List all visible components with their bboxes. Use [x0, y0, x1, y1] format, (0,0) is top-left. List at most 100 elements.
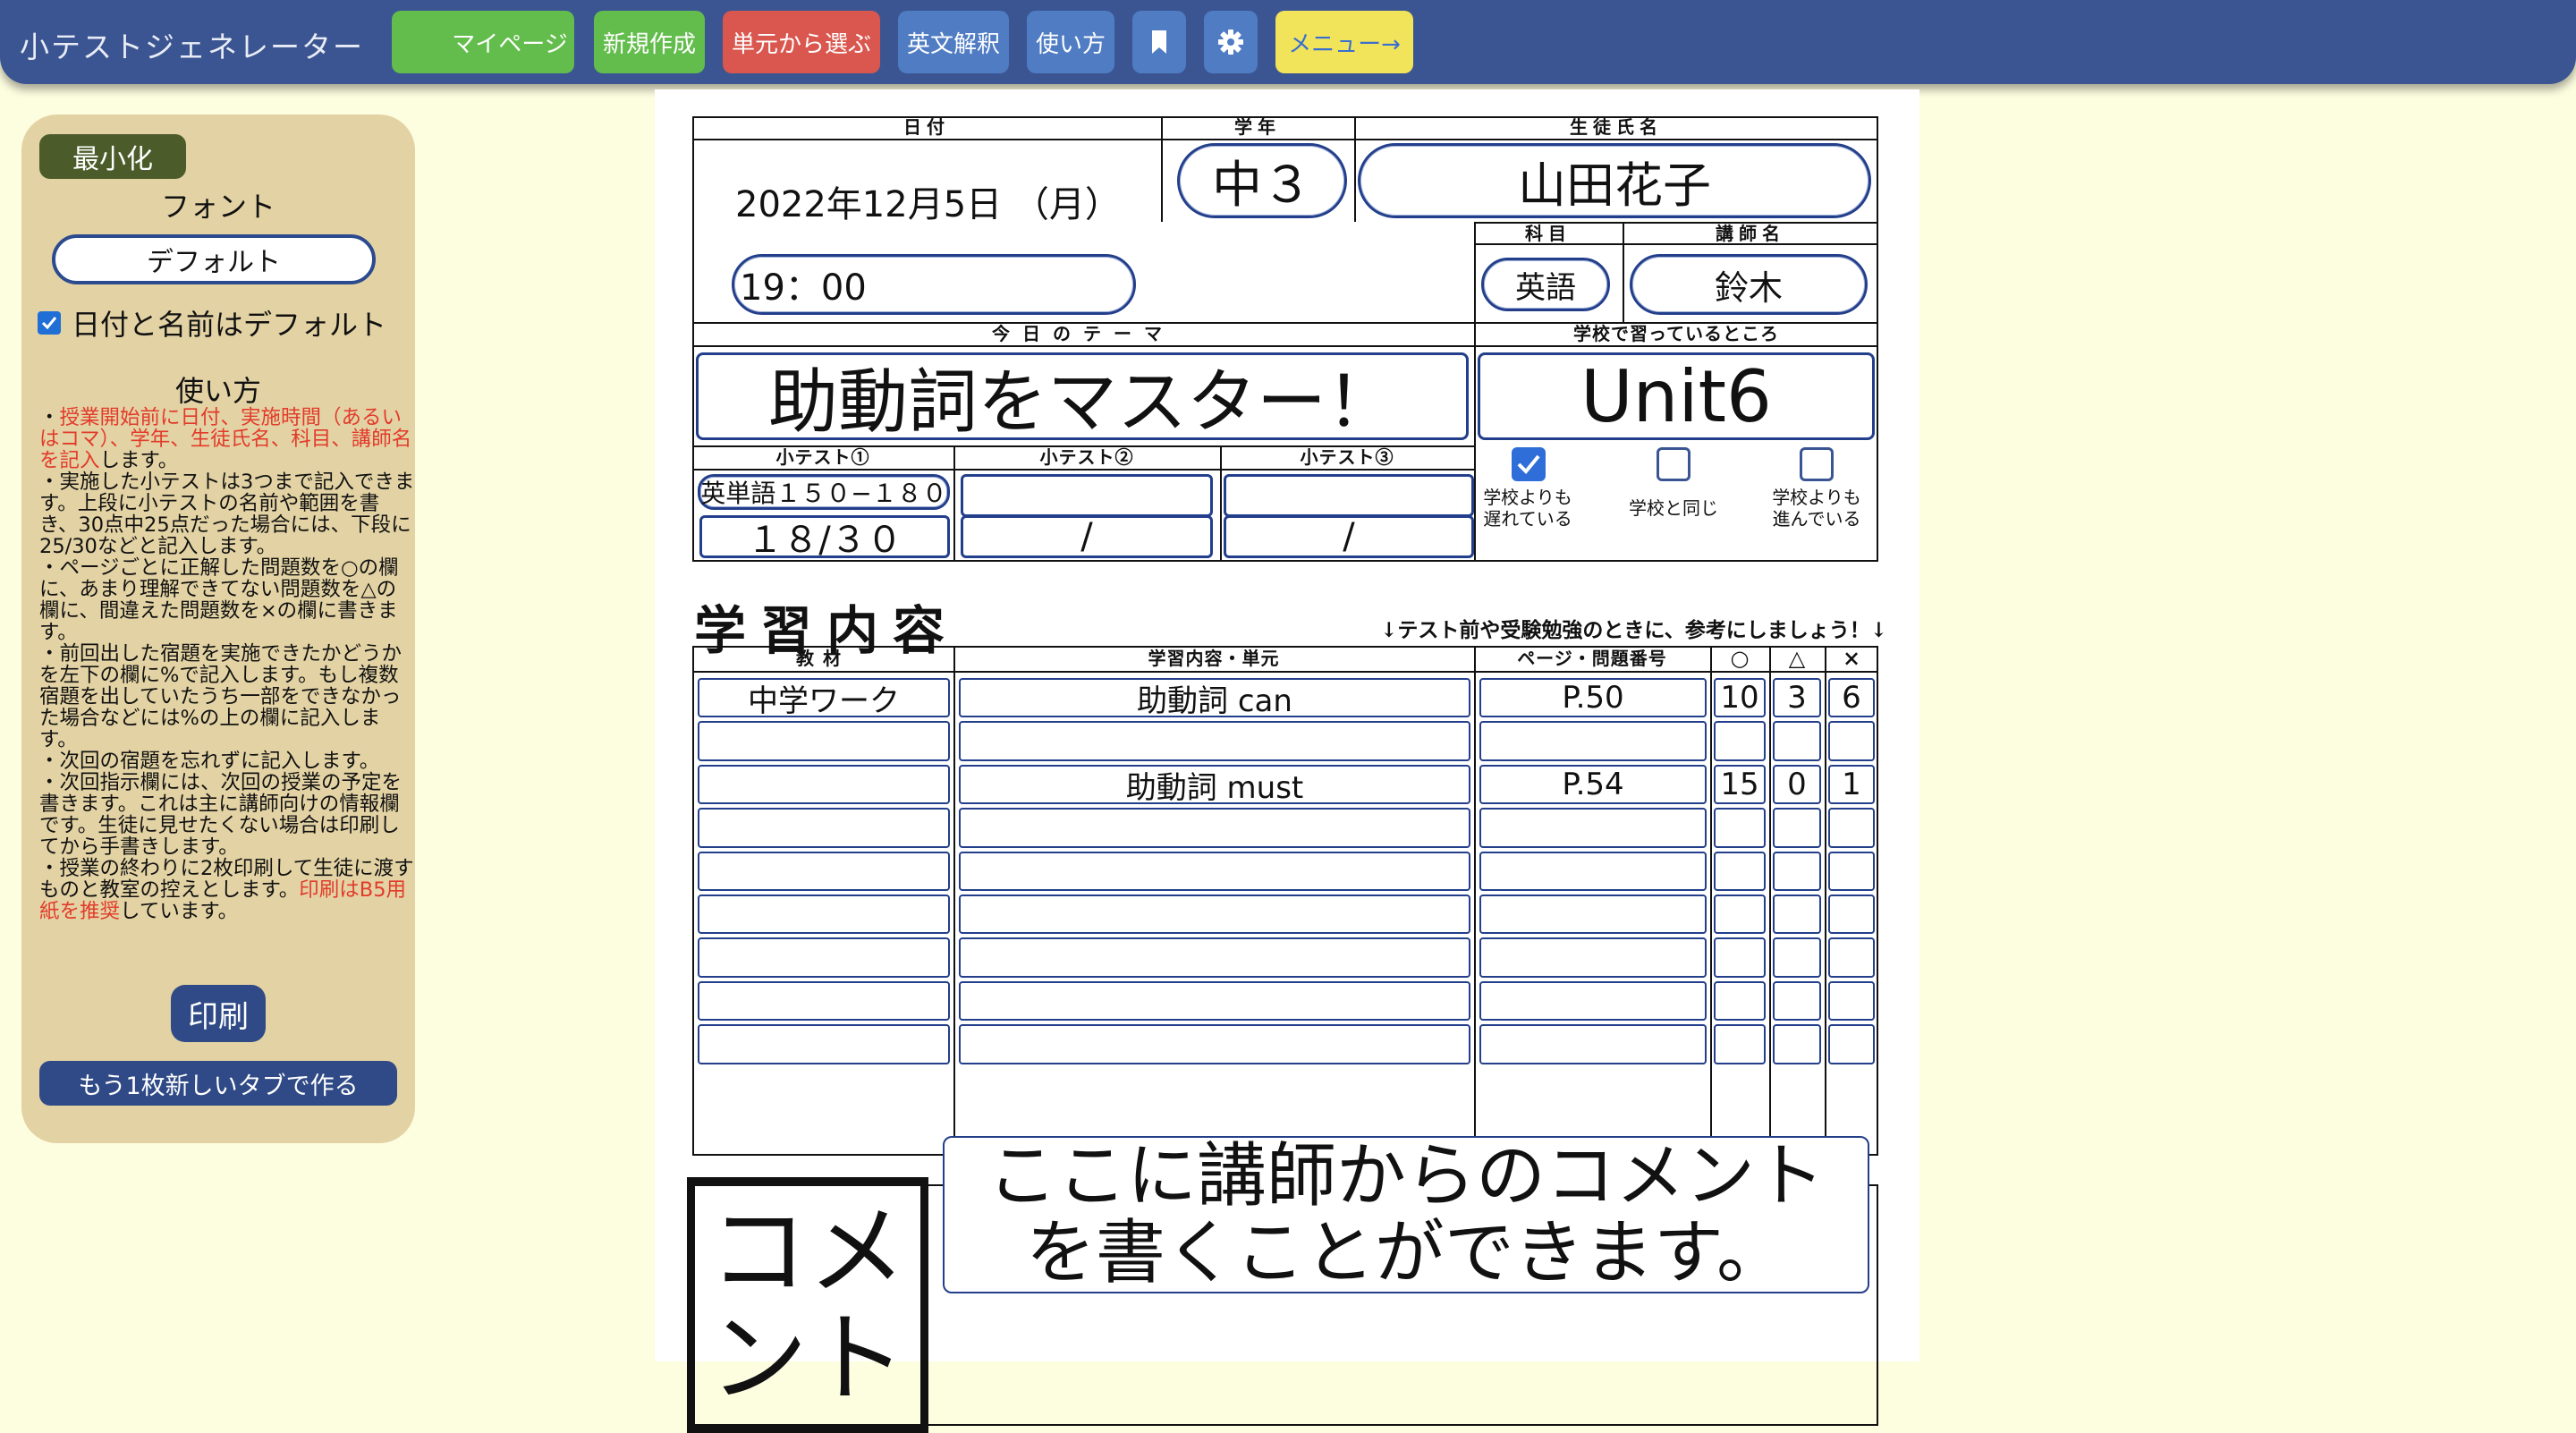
font-select[interactable]: デフォルト [52, 234, 376, 284]
cross-count-cell[interactable] [1828, 1024, 1875, 1064]
new-button[interactable]: 新規作成 [594, 11, 705, 73]
material-cell[interactable]: 中学ワーク [698, 678, 950, 719]
circle-count-cell[interactable] [1714, 937, 1766, 978]
default-checkbox-row[interactable]: 日付と名前はデフォルト [38, 302, 386, 343]
circle-count-cell[interactable] [1714, 721, 1766, 761]
triangle-count-cell[interactable]: 0 [1773, 764, 1821, 805]
menu-button-label: メニュー→ [1288, 30, 1401, 58]
progress-behind-checkbox[interactable] [1512, 447, 1546, 481]
cross-count-cell[interactable] [1828, 851, 1875, 891]
instr-text: ・次回指示欄には、次回の授業の予定を書きます。これは主に講師向けの情報欄です。生… [39, 771, 402, 859]
select-unit-button[interactable]: 単元から選ぶ [723, 11, 880, 73]
triangle-count-cell[interactable] [1773, 937, 1821, 978]
content-cell[interactable]: 助動詞 can [959, 678, 1470, 719]
cross-count-cell[interactable] [1828, 721, 1875, 761]
quiz2-score-input[interactable]: / [961, 515, 1213, 558]
material-cell[interactable] [698, 721, 950, 761]
content-cell[interactable] [959, 980, 1470, 1022]
instr-text: ・次回の宿題を忘れずに記入します。 [39, 750, 380, 773]
minimize-button[interactable]: 最小化 [39, 134, 186, 179]
page-cell[interactable] [1479, 1024, 1707, 1064]
comment-label: コメント [709, 1194, 906, 1416]
content-cell[interactable] [959, 721, 1470, 761]
print-button[interactable]: 印刷 [171, 985, 266, 1042]
circle-count-cell[interactable] [1714, 980, 1766, 1022]
instr-text: ・ [39, 406, 60, 429]
page-cell[interactable] [1479, 808, 1707, 848]
triangle-count-cell[interactable] [1773, 721, 1821, 761]
school-progress-header: 学校で習っているところ [1573, 323, 1779, 344]
cross-count-cell[interactable] [1828, 937, 1875, 978]
content-cell[interactable] [959, 1024, 1470, 1064]
quiz1-score-input[interactable]: １８/３０ [699, 515, 950, 561]
howto-button[interactable]: 使い方 [1027, 11, 1114, 73]
progress-same-checkbox[interactable] [1657, 447, 1690, 481]
student-name-input[interactable]: 山田花子 [1358, 143, 1871, 218]
checkmark-icon [41, 317, 57, 330]
quiz1-name-input[interactable]: 英単語１５０−１８０ [698, 474, 950, 510]
cross-count-cell[interactable] [1828, 808, 1875, 848]
page-cell[interactable]: P.50 [1479, 678, 1707, 718]
date-value[interactable]: 2022年12月5日 （月） [735, 175, 1121, 227]
theme-input[interactable]: 助動詞をマスター！ [696, 352, 1469, 443]
subject-header: 科目 [1525, 223, 1572, 244]
grade-input[interactable]: 中３ [1177, 143, 1347, 218]
triangle-count-cell[interactable] [1773, 851, 1821, 891]
content-cell[interactable] [959, 895, 1470, 935]
material-cell[interactable] [698, 851, 950, 891]
new-tab-button[interactable]: もう1枚新しいタブで作る [39, 1061, 397, 1106]
cross-count-cell[interactable] [1828, 895, 1875, 935]
default-checkbox[interactable] [38, 311, 61, 335]
material-cell[interactable] [698, 1024, 950, 1064]
content-cell[interactable] [959, 808, 1470, 848]
circle-count-cell[interactable] [1714, 1024, 1766, 1064]
page-cell[interactable]: P.54 [1479, 764, 1707, 805]
time-input[interactable]: 19：00 [732, 254, 1136, 315]
triangle-count-cell[interactable] [1773, 980, 1821, 1022]
circle-count-cell[interactable] [1714, 851, 1766, 891]
page-cell[interactable] [1479, 895, 1707, 935]
quiz3-name-input[interactable] [1224, 474, 1474, 517]
material-cell[interactable] [698, 980, 950, 1022]
material-cell[interactable] [698, 937, 950, 978]
material-cell[interactable] [698, 764, 950, 805]
content-cell[interactable]: 助動詞 must [959, 764, 1470, 806]
bookmark-button[interactable] [1132, 11, 1186, 73]
menu-button[interactable]: メニュー→ [1275, 11, 1413, 73]
page-cell[interactable] [1479, 937, 1707, 978]
material-cell[interactable] [698, 895, 950, 935]
cross-count-cell[interactable]: 1 [1828, 764, 1875, 805]
content-cell[interactable] [959, 851, 1470, 891]
progress-ahead-checkbox[interactable] [1800, 447, 1834, 481]
quiz3-header: 小テスト③ [1300, 446, 1394, 468]
teacher-name-input[interactable]: 鈴木 [1630, 254, 1868, 315]
triangle-count-cell[interactable] [1773, 808, 1821, 848]
circle-count-cell[interactable]: 10 [1714, 678, 1766, 718]
cross-count-cell[interactable] [1828, 980, 1875, 1022]
circle-count-cell[interactable] [1714, 895, 1766, 935]
circle-count-cell[interactable]: 15 [1714, 764, 1766, 805]
quiz3-score-input[interactable]: / [1224, 515, 1474, 558]
gear-icon [1218, 30, 1243, 55]
triangle-count-cell[interactable]: 3 [1773, 678, 1821, 718]
settings-button[interactable] [1204, 11, 1258, 73]
study-note: ↓テスト前や受験勉強のときに、参考にしましょう！↓ [1380, 618, 1887, 642]
quiz2-name-input[interactable] [961, 474, 1213, 517]
circle-count-cell[interactable] [1714, 808, 1766, 848]
comment-input[interactable]: ここに講師からのコメントを書くことができます。 [943, 1136, 1869, 1293]
triangle-count-cell[interactable] [1773, 1024, 1821, 1064]
material-cell[interactable] [698, 808, 950, 848]
subject-input[interactable]: 英語 [1481, 258, 1610, 311]
divider [1769, 646, 1771, 1156]
translate-button[interactable]: 英文解釈 [898, 11, 1009, 73]
mypage-button[interactable]: マイページ [392, 11, 574, 73]
triangle-count-cell[interactable] [1773, 895, 1821, 935]
content-cell[interactable] [959, 937, 1470, 978]
page-cell[interactable] [1479, 721, 1707, 761]
student-header: 生徒氏名 [1570, 116, 1663, 138]
school-unit-input[interactable]: Unit6 [1478, 352, 1875, 440]
cross-count-cell[interactable]: 6 [1828, 678, 1875, 718]
page-cell[interactable] [1479, 980, 1707, 1022]
teacher-header: 講師名 [1716, 223, 1785, 244]
page-cell[interactable] [1479, 851, 1707, 891]
